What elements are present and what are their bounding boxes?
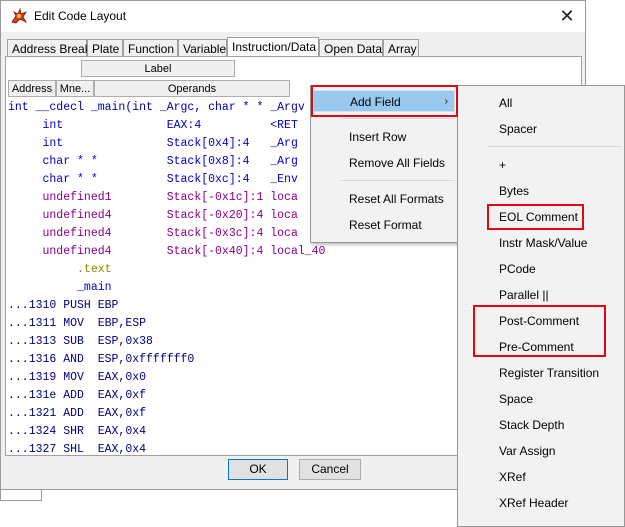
- listing-line: ...1321 ADD EAX,0xf: [8, 407, 147, 420]
- listing-line: undefined4 Stack[-0x3c]:4 loca: [8, 227, 298, 240]
- menu-item-label: Reset All Formats: [349, 192, 444, 206]
- close-button[interactable]: ✕: [555, 4, 579, 28]
- listing-line: undefined1 Stack[-0x1c]:1 loca: [8, 191, 298, 204]
- submenu-item-spacer[interactable]: Spacer: [460, 118, 622, 140]
- tab-plate[interactable]: Plate: [87, 39, 123, 57]
- window-title: Edit Code Layout: [34, 9, 127, 23]
- menu-item-reset-all-formats[interactable]: Reset All Formats: [313, 188, 455, 210]
- menu-item-label: Spacer: [499, 122, 538, 136]
- listing-line: int Stack[0x4]:4 _Arg: [8, 137, 298, 150]
- menu-item-label: Insert Row: [349, 130, 407, 144]
- field-mnemonic[interactable]: Mne...: [56, 80, 94, 97]
- listing-line: ...1324 SHR EAX,0x4: [8, 425, 147, 438]
- submenu-item-xref-header[interactable]: XRef Header: [460, 492, 622, 514]
- cancel-button[interactable]: Cancel: [299, 459, 361, 480]
- listing-line: ...1327 SHL EAX,0x4: [8, 443, 147, 454]
- field-label[interactable]: Label: [81, 60, 235, 77]
- submenu-item-plus[interactable]: +: [460, 154, 622, 176]
- submenu-item-stack-depth[interactable]: Stack Depth: [460, 414, 622, 436]
- title-bar: Edit Code Layout ✕: [1, 1, 585, 32]
- listing-line: ...1316 AND ESP,0xfffffff0: [8, 353, 195, 366]
- menu-item-label: XRef Header: [499, 496, 569, 510]
- field-operands[interactable]: Operands: [94, 80, 290, 97]
- listing-line: .text: [8, 263, 112, 276]
- annotation-box-eol-comment: [487, 204, 584, 230]
- submenu-item-var-assign[interactable]: Var Assign: [460, 440, 622, 462]
- submenu-item-register-transition[interactable]: Register Transition: [460, 362, 622, 384]
- menu-item-label: +: [499, 158, 507, 172]
- menu-item-remove-all-fields[interactable]: Remove All Fields: [313, 152, 455, 174]
- listing-line: int EAX:4 <RET: [8, 119, 298, 132]
- tab-address-break[interactable]: Address Break: [7, 39, 91, 57]
- menu-item-label: XRef: [499, 470, 526, 484]
- ok-button[interactable]: OK: [228, 459, 288, 480]
- menu-item-reset-format[interactable]: Reset Format: [313, 214, 455, 236]
- menu-item-label: PCode: [499, 262, 536, 276]
- menu-item-label: Remove All Fields: [349, 156, 446, 170]
- listing-line: _main: [8, 281, 112, 294]
- tab-array[interactable]: Array: [383, 39, 419, 57]
- listing-line: undefined4 Stack[-0x20]:4 loca: [8, 209, 298, 222]
- listing-line: ...1313 SUB ESP,0x38: [8, 335, 153, 348]
- ghidra-dragon-icon: [11, 7, 28, 24]
- tab-function[interactable]: Function: [123, 39, 178, 57]
- submenu-item-parallel[interactable]: Parallel ||: [460, 284, 622, 306]
- menu-separator: [341, 180, 455, 181]
- menu-item-label: Stack Depth: [499, 418, 565, 432]
- menu-item-label: Space: [499, 392, 534, 406]
- menu-item-label: Bytes: [499, 184, 530, 198]
- tab-variable[interactable]: Variable: [178, 39, 227, 57]
- annotation-box-add-field: [311, 85, 458, 117]
- background-window-edge: [0, 490, 42, 501]
- listing-line: ...1319 MOV EAX,0x0: [8, 371, 147, 384]
- submenu-item-all[interactable]: All: [460, 92, 622, 114]
- listing-line: ...1311 MOV EBP,ESP: [8, 317, 147, 330]
- menu-item-label: Register Transition: [499, 366, 600, 380]
- listing-line: undefined4 Stack[-0x40]:4 local_40: [8, 245, 326, 258]
- submenu-item-xref[interactable]: XRef: [460, 466, 622, 488]
- menu-separator: [341, 118, 455, 119]
- submenu-item-instr-mask-value[interactable]: Instr Mask/Value: [460, 232, 622, 254]
- submenu-item-pcode[interactable]: PCode: [460, 258, 622, 280]
- annotation-box-comments: [473, 305, 606, 357]
- submenu-item-bytes[interactable]: Bytes: [460, 180, 622, 202]
- tab-open-data[interactable]: Open Data: [319, 39, 383, 57]
- tab-instruction-data[interactable]: Instruction/Data: [227, 37, 319, 57]
- listing-line: int __cdecl _main(int _Argc, char * * _A…: [8, 101, 305, 114]
- submenu-item-space[interactable]: Space: [460, 388, 622, 410]
- field-address[interactable]: Address: [8, 80, 56, 97]
- listing-line: ...131e ADD EAX,0xf: [8, 389, 147, 402]
- menu-item-label: Instr Mask/Value: [499, 236, 588, 250]
- menu-item-label: Reset Format: [349, 218, 422, 232]
- listing-line: char * * Stack[0xc]:4 _Env: [8, 173, 298, 186]
- menu-item-label: Var Assign: [499, 444, 556, 458]
- listing-line: ...1310 PUSH EBP: [8, 299, 119, 312]
- menu-item-label: Parallel ||: [499, 288, 549, 302]
- menu-separator: [488, 146, 622, 147]
- listing-line: char * * Stack[0x8]:4 _Arg: [8, 155, 298, 168]
- menu-item-insert-row[interactable]: Insert Row: [313, 126, 455, 148]
- menu-item-label: All: [499, 96, 513, 110]
